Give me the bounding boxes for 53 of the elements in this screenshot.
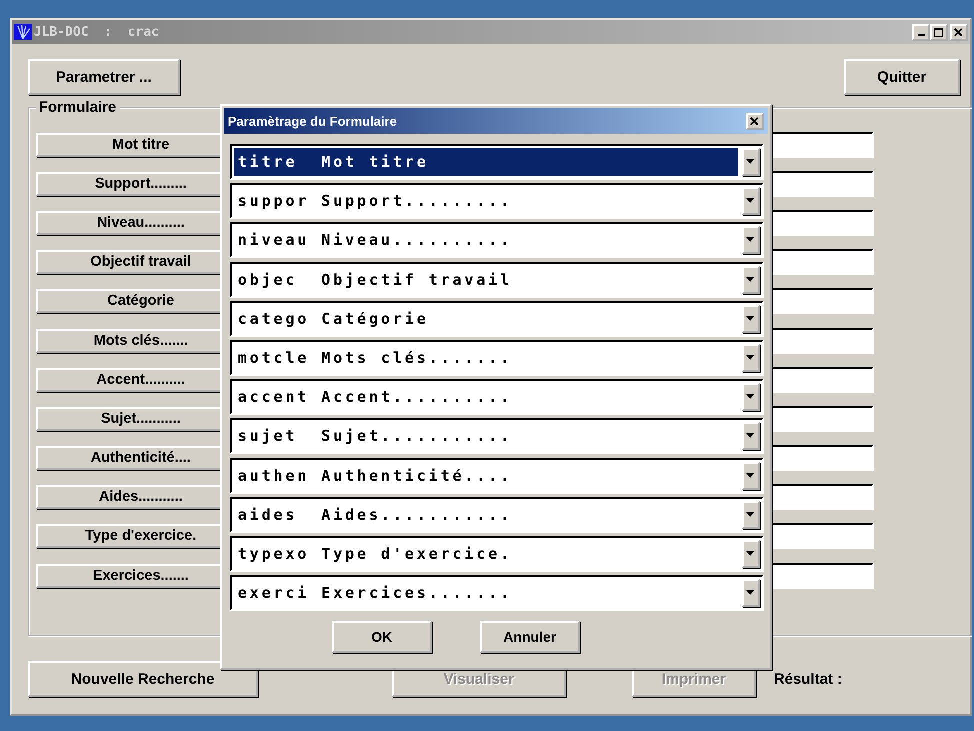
dropdown-button[interactable] [742, 540, 760, 568]
dropdown-button[interactable] [742, 304, 760, 333]
maximize-button[interactable] [930, 24, 948, 40]
cancel-button[interactable]: Annuler [480, 621, 580, 654]
dropdown[interactable]: titre Mot titre [230, 144, 764, 180]
dropdown[interactable]: niveau Niveau.......... [230, 222, 764, 258]
dropdown-button[interactable] [742, 187, 760, 216]
dropdown-button[interactable] [742, 422, 760, 450]
dropdown-value: exerci Exercices....... [237, 583, 514, 604]
app-icon [14, 24, 32, 40]
dropdown-button[interactable] [742, 266, 760, 294]
dropdown-button[interactable] [742, 344, 760, 372]
dropdown-value: suppor Support......... [237, 191, 514, 212]
dropdown-value: authen Authenticité.... [237, 466, 514, 486]
dropdown-button[interactable] [742, 500, 760, 529]
dropdown-value: niveau Niveau.......... [237, 230, 514, 252]
parametrer-button[interactable]: Parametrer ... [28, 59, 180, 95]
footer-button[interactable]: Nouvelle Recherche [28, 661, 258, 697]
dropdown[interactable]: aides Aides........... [230, 496, 764, 533]
dropdown[interactable]: authen Authenticité.... [230, 458, 764, 494]
dropdown-value: objec Objectif travail [237, 270, 514, 291]
dropdown[interactable]: catego Catégorie [230, 300, 764, 337]
dropdown[interactable]: motcle Mots clés....... [230, 340, 764, 376]
close-icon [750, 116, 760, 126]
dropdown[interactable]: objec Objectif travail [230, 262, 764, 298]
close-button[interactable] [746, 112, 764, 130]
dropdown[interactable]: sujet Sujet........... [230, 418, 764, 454]
dropdown-value: sujet Sujet........... [237, 426, 514, 448]
dropdown-button[interactable] [742, 383, 760, 412]
quit-button[interactable]: Quitter [844, 59, 960, 95]
dropdown-button[interactable] [742, 579, 760, 608]
dropdown-value: aides Aides........... [237, 504, 514, 526]
dialog-title: Paramètrage du Formulaire [228, 114, 398, 128]
minimize-button[interactable] [912, 24, 930, 40]
window-title: JLB-DOC : crac [34, 24, 160, 40]
dropdown-value: accent Accent.......... [237, 387, 514, 408]
close-icon [954, 28, 964, 36]
dropdown-value: catego Catégorie [237, 308, 430, 330]
dropdown[interactable]: accent Accent.......... [230, 379, 764, 416]
dropdown-button[interactable] [742, 462, 760, 490]
ok-button[interactable]: OK [332, 621, 432, 654]
result-label: Résultat : [774, 670, 842, 688]
dropdown-button[interactable] [742, 148, 760, 176]
minimize-icon [918, 34, 924, 36]
dropdown-value: typexo Type d'exercice. [237, 544, 514, 565]
dropdown[interactable]: suppor Support......... [230, 183, 764, 220]
close-button[interactable] [950, 24, 968, 40]
maximize-icon [934, 28, 944, 36]
dropdown[interactable]: typexo Type d'exercice. [230, 536, 764, 572]
dropdown-button[interactable] [742, 226, 760, 254]
dropdown-value: titre Mot titre [234, 148, 738, 176]
dropdown-value: motcle Mots clés....... [237, 348, 514, 369]
dropdown[interactable]: exerci Exercices....... [230, 575, 764, 612]
